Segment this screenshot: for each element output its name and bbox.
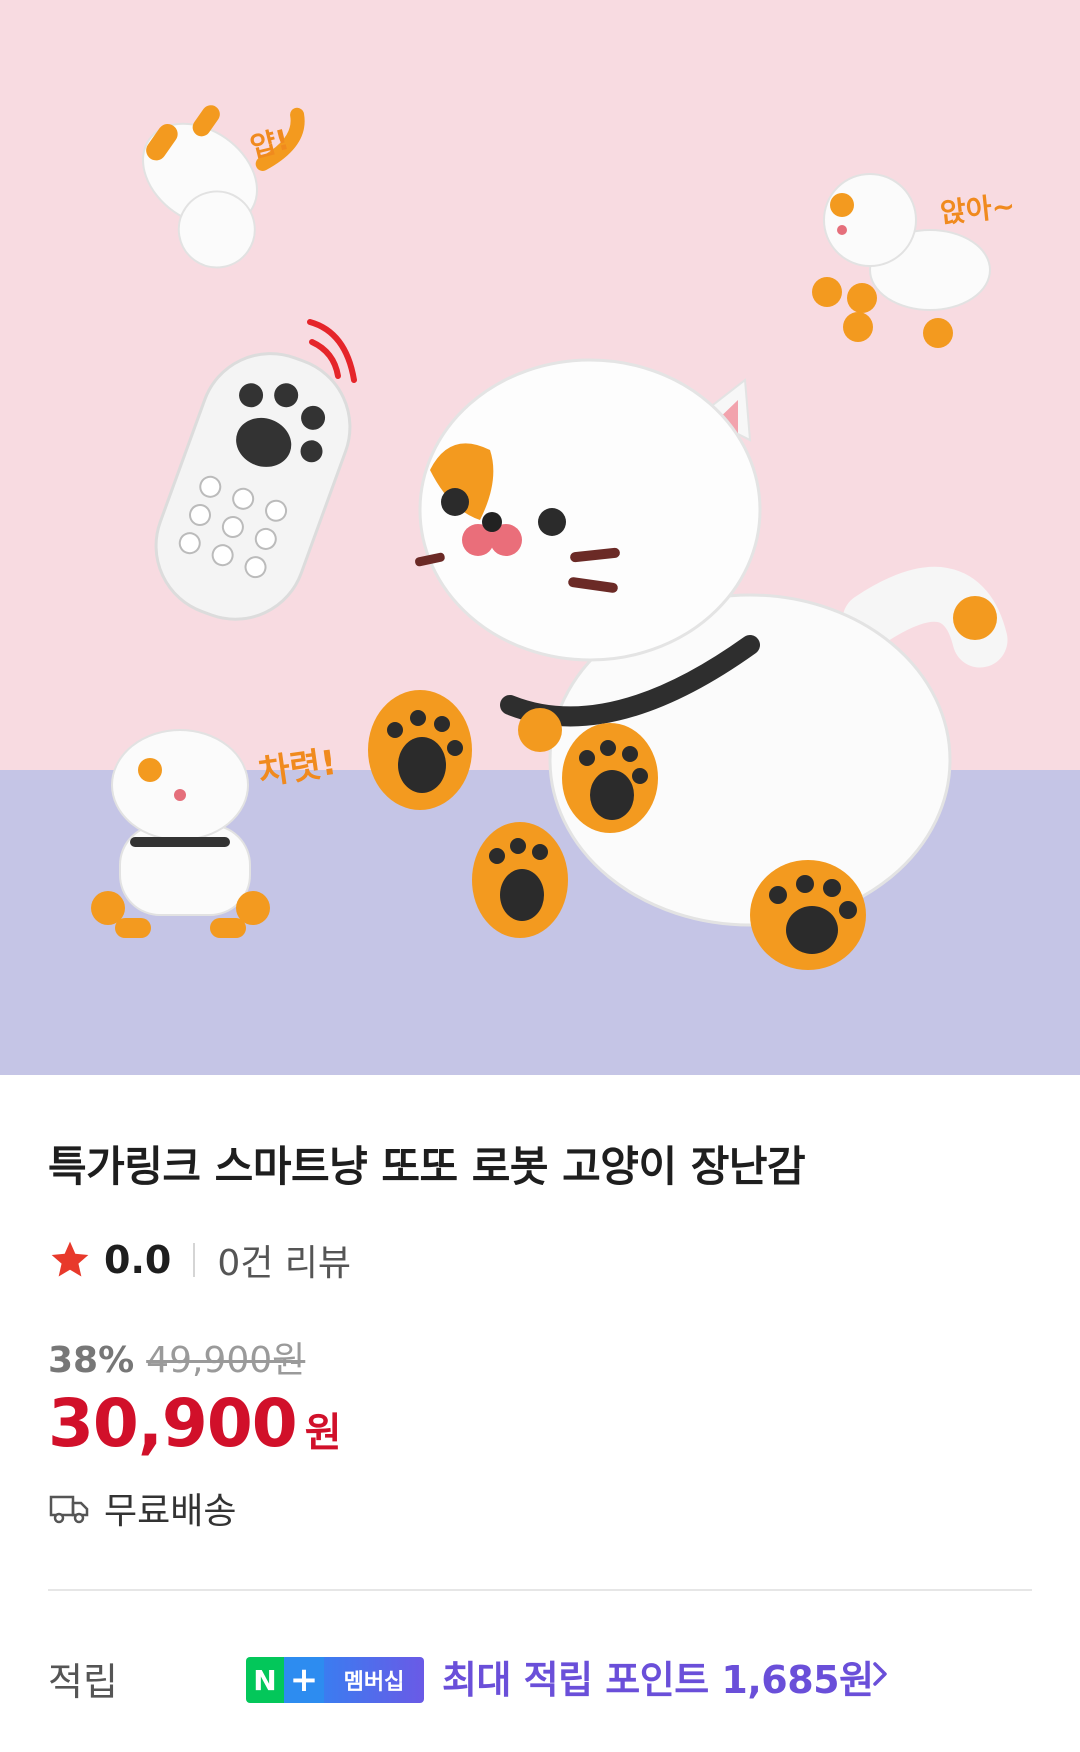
badge-membership-text: 멤버십 bbox=[324, 1657, 424, 1703]
points-row[interactable]: 적립 N + 멤버십 최대 적립 포인트 1,685원 bbox=[48, 1645, 1032, 1705]
product-title: 특가링크 스마트냥 또또 로봇 고양이 장난감 bbox=[48, 1142, 806, 1191]
currency-unit: 원 bbox=[304, 1410, 342, 1456]
rating-row[interactable]: 0.0 0건 리뷰 bbox=[48, 1234, 351, 1286]
badge-plus: + bbox=[284, 1657, 324, 1703]
paw-back-left bbox=[472, 822, 568, 938]
cat-pose-standing bbox=[91, 729, 270, 938]
section-divider bbox=[48, 1589, 1032, 1591]
points-label: 적립 bbox=[48, 1660, 118, 1704]
shipping-row: 무료배송 bbox=[48, 1482, 236, 1534]
naver-plus-membership-badge: N + 멤버십 bbox=[246, 1657, 424, 1703]
badge-n: N bbox=[246, 1657, 284, 1703]
paw-back-right bbox=[750, 860, 866, 970]
cat-pose-handstand bbox=[142, 105, 305, 269]
speech-label-2: 앉아~ bbox=[938, 189, 1017, 230]
discount-rate: 38% bbox=[48, 1340, 135, 1381]
star-icon bbox=[51, 1241, 89, 1277]
paw-front-left bbox=[368, 690, 472, 810]
discount-row: 38% 49,900원 bbox=[48, 1331, 305, 1383]
remote-control-illustration bbox=[154, 352, 352, 621]
review-count-link[interactable]: 0건 리뷰 bbox=[217, 1234, 351, 1286]
divider bbox=[193, 1243, 196, 1277]
sale-price-row: 30,900 원 bbox=[48, 1385, 342, 1462]
rating-value: 0.0 bbox=[104, 1238, 172, 1282]
sale-price: 30,900 bbox=[48, 1385, 298, 1462]
product-hero-image[interactable]: 얍! 앉아~ 차렷! bbox=[0, 0, 1080, 1075]
max-points-link[interactable]: 최대 적립 포인트 1,685원 bbox=[442, 1649, 874, 1704]
paw-front-right bbox=[562, 723, 658, 833]
truck-icon bbox=[49, 1495, 89, 1524]
main-robot-cat bbox=[368, 358, 1008, 970]
original-price: 49,900원 bbox=[146, 1340, 306, 1381]
chevron-right-icon[interactable] bbox=[870, 1657, 892, 1691]
robot-cat-illustration bbox=[91, 105, 1008, 970]
shipping-label: 무료배송 bbox=[104, 1491, 237, 1532]
